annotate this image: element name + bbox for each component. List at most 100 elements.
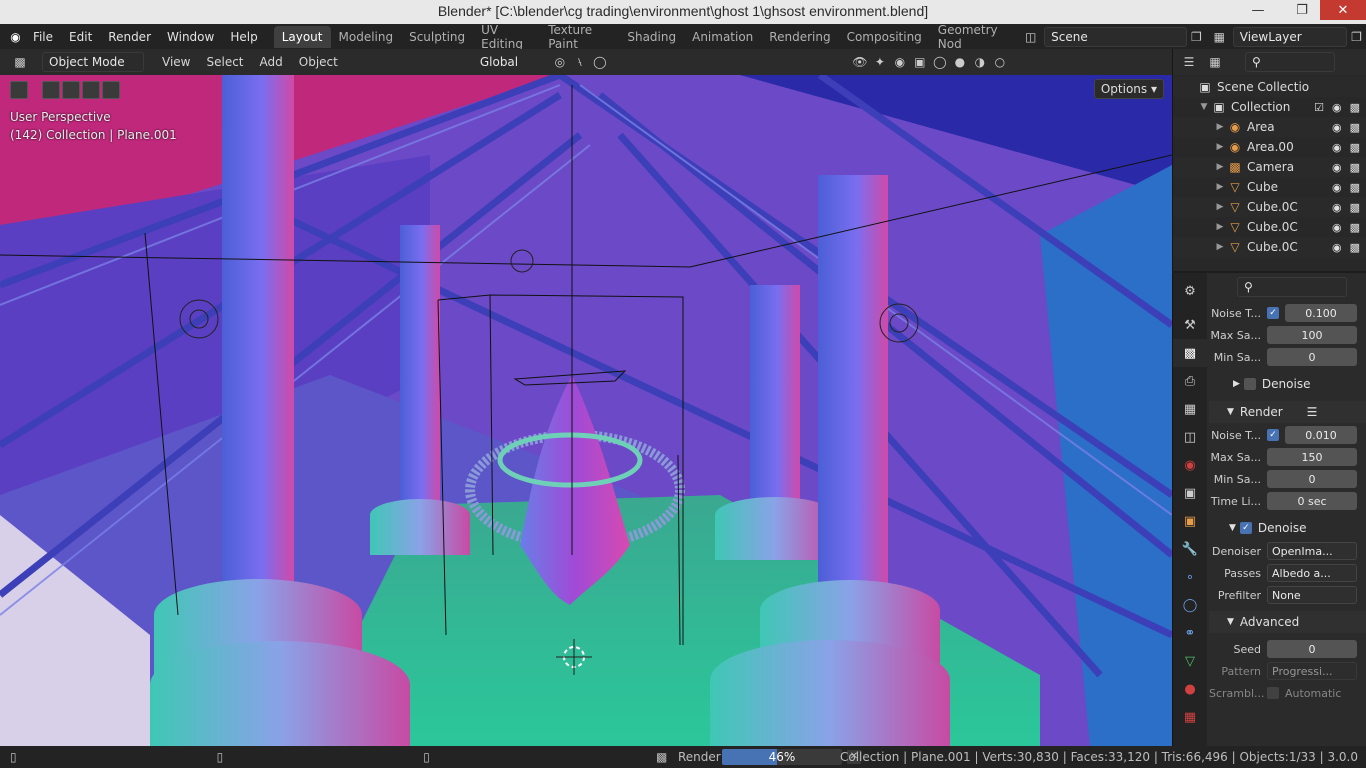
camera-render-icon[interactable]: ▩ [1350,121,1360,134]
denoise-checkbox[interactable] [1243,378,1256,390]
menu-edit[interactable]: Edit [61,30,100,44]
eye-icon[interactable]: ◉ [1332,141,1342,154]
viewport-max-value[interactable]: 100 [1267,326,1357,344]
material-icon[interactable]: ● [1173,675,1207,703]
options-button[interactable]: Options ▾ [1093,79,1164,99]
camera-render-icon[interactable]: ▩ [1350,141,1360,154]
prefilter-dropdown[interactable]: None [1267,586,1357,604]
menu-help[interactable]: Help [222,30,265,44]
eye-icon[interactable]: ◉ [1332,161,1342,174]
scene-icon[interactable]: ◫ [1021,27,1040,47]
close-icon[interactable]: ✕ [1320,0,1366,20]
physics-icon[interactable]: ◯ [1173,591,1207,619]
eye-icon[interactable]: ◉ [1332,121,1342,134]
object-icon[interactable]: ▣ [1173,507,1207,535]
select-extend-icon[interactable] [62,81,80,99]
material-shading-icon[interactable]: ◑ [970,52,990,72]
properties-search-input[interactable]: ⚲ [1237,277,1347,297]
outliner-editor-icon[interactable]: ☰ [1179,52,1199,72]
mode-selector[interactable]: Object Mode [42,52,144,72]
scene-selector[interactable]: Scene [1044,26,1187,47]
output-icon[interactable]: ⎙ [1173,367,1207,395]
camera-render-icon[interactable]: ▩ [1350,181,1360,194]
menu-render[interactable]: Render [100,30,159,44]
chevron-right-icon[interactable]: ▶ [1213,182,1227,192]
tweak-tool-icon[interactable] [10,81,28,99]
solid-shading-icon[interactable]: ● [950,52,970,72]
seed-value[interactable]: 0 [1267,640,1357,658]
outliner-item[interactable]: ▶ ▽ Cube.0C ◉ ▩ [1173,217,1366,237]
menu-window[interactable]: Window [159,30,222,44]
render-time-value[interactable]: 0 sec [1267,492,1357,510]
camera-render-icon[interactable]: ▩ [1350,241,1360,254]
select-subtract-icon[interactable] [82,81,100,99]
collection-icon[interactable]: ▣ [1173,479,1207,507]
camera-render-icon[interactable]: ▩ [1350,161,1360,174]
render-max-value[interactable]: 150 [1267,448,1357,466]
list-icon[interactable]: ☰ [1307,405,1318,419]
pivot-icon[interactable]: ◎ [550,52,570,72]
restore-icon[interactable]: ❐ [1282,0,1322,20]
wireframe-shading-icon[interactable]: ◯ [930,52,950,72]
menu-view[interactable]: View [154,55,198,69]
select-intersect-icon[interactable] [102,81,120,99]
camera-render-icon[interactable]: ▩ [1350,221,1360,234]
noise-checkbox[interactable]: ✓ [1267,307,1279,319]
chevron-right-icon[interactable]: ▶ [1213,142,1227,152]
texture-icon[interactable]: ▦ [1173,703,1207,731]
tab-compositing[interactable]: Compositing [839,26,930,48]
chevron-right-icon[interactable]: ▶ [1213,122,1227,132]
viewport-min-value[interactable]: 0 [1267,348,1357,366]
outliner-collection[interactable]: ▼ ▣ Collection ☑ ◉ ▩ [1173,97,1366,117]
render-icon[interactable]: ▩ [1173,339,1207,367]
editor-type-icon[interactable]: ▩ [10,52,30,72]
tab-sculpting[interactable]: Sculpting [401,26,473,48]
denoise-section[interactable]: ▼ ✓ Denoise [1209,517,1366,539]
outliner-item[interactable]: ▶ ◉ Area ◉ ▩ [1173,117,1366,137]
new-view-layer-icon[interactable]: ❐ [1347,27,1366,47]
3d-viewport[interactable]: Options ▾ User Perspective (142) Collect… [0,75,1172,746]
tab-animation[interactable]: Animation [684,26,761,48]
minimize-icon[interactable]: — [1238,0,1278,20]
render-min-value[interactable]: 0 [1267,470,1357,488]
outliner-item[interactable]: ▶ ▽ Cube ◉ ▩ [1173,177,1366,197]
data-icon[interactable]: ▽ [1173,647,1207,675]
outliner-item[interactable]: ▶ ▽ Cube.0C ◉ ▩ [1173,237,1366,257]
xray-icon[interactable]: ▣ [910,52,930,72]
new-scene-icon[interactable]: ❐ [1187,27,1206,47]
display-mode-icon[interactable]: ▦ [1205,52,1225,72]
camera-render-icon[interactable]: ▩ [1350,201,1360,214]
checkbox-icon[interactable]: ☑ [1314,101,1324,114]
menu-select[interactable]: Select [198,55,251,69]
tool-icon[interactable]: ⚒ [1173,311,1207,339]
menu-file[interactable]: File [25,30,61,44]
tab-layout[interactable]: Layout [273,25,331,48]
camera-render-icon[interactable]: ▩ [1350,101,1360,114]
view-layer-icon[interactable]: ▦ [1210,27,1229,47]
particles-icon[interactable]: ∘ [1173,563,1207,591]
visibility-icon[interactable]: 👁 [850,52,870,72]
chevron-right-icon[interactable]: ▶ [1213,202,1227,212]
eye-icon[interactable]: ◉ [1332,201,1342,214]
outliner-item[interactable]: ▶ ▽ Cube.0C ◉ ▩ [1173,197,1366,217]
transform-orientation[interactable]: Global [474,52,550,72]
blender-logo-icon[interactable]: ◉ [6,27,25,47]
scene-icon[interactable]: ◫ [1173,423,1207,451]
outliner-root[interactable]: ▣ Scene Collectio [1173,77,1366,97]
world-icon[interactable]: ◉ [1173,451,1207,479]
advanced-section[interactable]: ▼ Advanced [1209,611,1366,633]
menu-add[interactable]: Add [252,55,291,69]
pattern-dropdown[interactable]: Progressi... [1267,662,1357,680]
rendered-shading-icon[interactable]: ○ [990,52,1010,72]
render-noise-value[interactable]: 0.010 [1285,426,1357,444]
overlay-icon[interactable]: ◉ [890,52,910,72]
tab-rendering[interactable]: Rendering [761,26,838,48]
viewport-denoise-section[interactable]: ▶ Denoise [1209,373,1366,395]
modifier-icon[interactable]: 🔧 [1173,535,1207,563]
outliner-search-input[interactable]: ⚲ [1245,52,1335,72]
eye-icon[interactable]: ◉ [1332,181,1342,194]
render-section[interactable]: ▼ Render ☰ [1209,401,1366,423]
chevron-right-icon[interactable]: ▶ [1213,222,1227,232]
outliner-item[interactable]: ▶ ◉ Area.00 ◉ ▩ [1173,137,1366,157]
constraints-icon[interactable]: ⚭ [1173,619,1207,647]
